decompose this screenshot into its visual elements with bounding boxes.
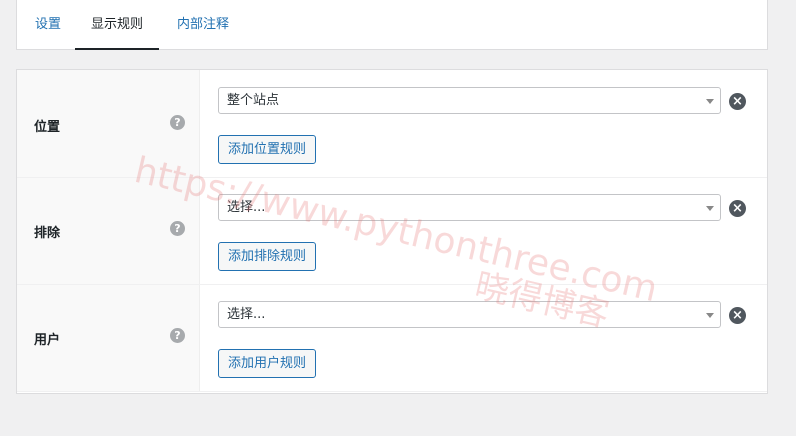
help-icon[interactable]: ? (170, 221, 185, 236)
rule-row-users: 用户 ? 选择... × 添加用户规则 (17, 285, 767, 392)
add-location-rule-button[interactable]: 添加位置规则 (218, 135, 317, 164)
remove-rule-icon[interactable]: × (729, 307, 746, 324)
rule-label-cell: 用户 ? (17, 285, 200, 391)
add-user-rule-button[interactable]: 添加用户规则 (218, 349, 317, 378)
tab-settings[interactable]: 设置 (33, 0, 63, 50)
chevron-down-icon (706, 99, 714, 104)
location-select[interactable]: 整个站点 (218, 87, 721, 114)
tab-display-rules[interactable]: 显示规则 (75, 0, 159, 50)
help-icon[interactable]: ? (170, 115, 185, 130)
users-select[interactable]: 选择... (218, 301, 721, 328)
rule-label-cell: 位置 ? (17, 70, 200, 177)
tab-internal-notes[interactable]: 内部注释 (175, 0, 231, 50)
rule-label-location: 位置 (34, 120, 61, 135)
rule-label-users: 用户 (34, 333, 61, 348)
rule-row-location: 位置 ? 整个站点 × 添加位置规则 (17, 70, 767, 178)
rule-label-exclude: 排除 (34, 226, 61, 241)
tab-bar: 设置 显示规则 内部注释 (16, 0, 768, 50)
help-icon[interactable]: ? (170, 328, 185, 343)
select-value: 整个站点 (227, 93, 280, 108)
remove-rule-icon[interactable]: × (729, 93, 746, 110)
exclude-select[interactable]: 选择... (218, 194, 721, 221)
select-value: 选择... (227, 200, 266, 215)
add-exclude-rule-button[interactable]: 添加排除规则 (218, 242, 317, 271)
rule-row-exclude: 排除 ? 选择... × 添加排除规则 (17, 178, 767, 285)
chevron-down-icon (706, 206, 714, 211)
rule-label-cell: 排除 ? (17, 178, 200, 284)
chevron-down-icon (706, 313, 714, 318)
select-value: 选择... (227, 307, 266, 322)
rules-panel: 位置 ? 整个站点 × 添加位置规则 排除 ? 选择... × 添加排除规则 用… (16, 69, 768, 394)
remove-rule-icon[interactable]: × (729, 200, 746, 217)
